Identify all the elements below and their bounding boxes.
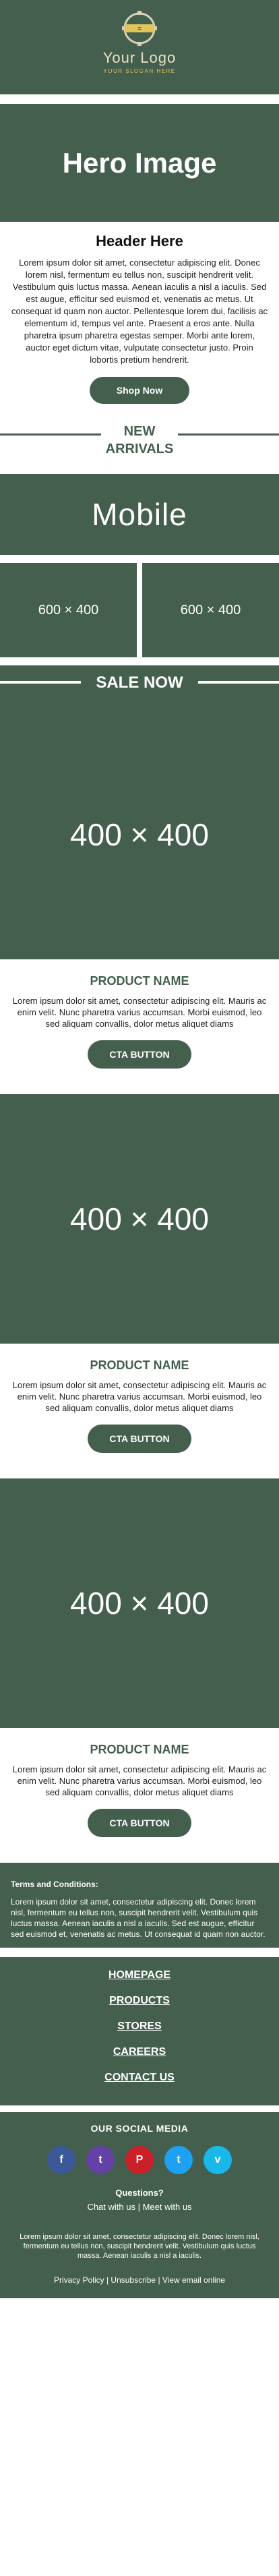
hero-banner: Hero Image <box>0 104 279 222</box>
product-image[interactable]: 400 × 400 <box>0 710 279 959</box>
link-homepage[interactable]: HOMEPAGE <box>0 1969 279 1981</box>
product-info: PRODUCT NAME Lorem ipsum dolor sit amet,… <box>0 959 279 1094</box>
product-info: PRODUCT NAME Lorem ipsum dolor sit amet,… <box>0 1344 279 1478</box>
arrivals-line-2: ARRIVALS <box>105 442 174 456</box>
logo-tagline: YOUR SLOGAN HERE <box>103 68 176 74</box>
terms-title: Terms and Conditions: <box>11 1880 98 1889</box>
product-info: PRODUCT NAME Lorem ipsum dolor sit amet,… <box>0 1728 279 1863</box>
fine-print: Lorem ipsum dolor sit amet, consectetur … <box>0 2223 279 2267</box>
footer-nav: HOMEPAGE PRODUCTS STORES CAREERS CONTACT… <box>0 1957 279 2105</box>
intro-heading: Header Here <box>96 233 183 249</box>
product-1: 400 × 400 PRODUCT NAME Lorem ipsum dolor… <box>0 710 279 1094</box>
twitch-icon[interactable]: t <box>86 2146 115 2174</box>
link-stores[interactable]: STORES <box>0 2020 279 2033</box>
product-image[interactable]: 400 × 400 <box>0 1478 279 1728</box>
sale-now-divider: SALE NOW <box>0 665 279 710</box>
product-2: 400 × 400 PRODUCT NAME Lorem ipsum dolor… <box>0 1094 279 1478</box>
questions-label: Questions? <box>115 2188 164 2198</box>
image-right[interactable]: 600 × 400 <box>142 563 279 657</box>
terms-section: Terms and Conditions: Lorem ipsum dolor … <box>0 1863 279 1948</box>
intro-section: Header Here Lorem ipsum dolor sit amet, … <box>0 222 279 420</box>
svg-text:=: = <box>137 26 142 33</box>
link-products[interactable]: PRODUCTS <box>0 1995 279 2007</box>
social-icons: f t P t v <box>0 2146 279 2174</box>
sale-now-label: SALE NOW <box>96 673 183 692</box>
footer-links[interactable]: Privacy Policy | Unsubscribe | View emai… <box>0 2267 279 2298</box>
twitter-icon[interactable]: t <box>164 2146 193 2174</box>
mobile-title: Mobile <box>92 497 187 532</box>
questions-links[interactable]: Chat with us | Meet with us <box>0 2202 279 2212</box>
product-description: Lorem ipsum dolor sit amet, consectetur … <box>12 996 267 1029</box>
intro-body: Lorem ipsum dolor sit amet, consectetur … <box>11 258 268 365</box>
pinterest-icon[interactable]: P <box>125 2146 154 2174</box>
email-header: = Your Logo YOUR SLOGAN HERE <box>0 0 279 94</box>
link-contact-us[interactable]: CONTACT US <box>0 2072 279 2084</box>
hero-title: Hero Image <box>62 146 217 179</box>
new-arrivals-divider: NEW ARRIVALS <box>0 420 279 474</box>
product-name: PRODUCT NAME <box>90 974 189 988</box>
product-image[interactable]: 400 × 400 <box>0 1094 279 1344</box>
two-column-images: 600 × 400 600 × 400 <box>0 563 279 657</box>
link-careers[interactable]: CAREERS <box>0 2046 279 2058</box>
social-section: OUR SOCIAL MEDIA f t P t v Questions? Ch… <box>0 2112 279 2223</box>
logo-title: Your Logo <box>102 49 177 66</box>
product-description: Lorem ipsum dolor sit amet, consectetur … <box>12 1764 267 1797</box>
cta-button[interactable]: CTA BUTTON <box>88 1040 191 1069</box>
arrivals-line-1: NEW <box>123 424 156 439</box>
social-title: OUR SOCIAL MEDIA <box>90 2123 189 2134</box>
product-name: PRODUCT NAME <box>90 1358 189 1372</box>
facebook-icon[interactable]: f <box>47 2146 75 2174</box>
cta-button[interactable]: CTA BUTTON <box>88 1809 191 1837</box>
image-left[interactable]: 600 × 400 <box>0 563 137 657</box>
product-name: PRODUCT NAME <box>90 1743 189 1756</box>
shop-now-button[interactable]: Shop Now <box>89 377 190 404</box>
product-description: Lorem ipsum dolor sit amet, consectetur … <box>12 1380 267 1413</box>
product-3: 400 × 400 PRODUCT NAME Lorem ipsum dolor… <box>0 1478 279 1863</box>
vimeo-icon[interactable]: v <box>204 2146 232 2174</box>
mobile-banner: Mobile <box>0 474 279 555</box>
terms-body: Lorem ipsum dolor sit amet, consectetur … <box>11 1897 266 1939</box>
cta-button[interactable]: CTA BUTTON <box>88 1425 191 1453</box>
logo-gear-icon: = <box>122 11 157 46</box>
